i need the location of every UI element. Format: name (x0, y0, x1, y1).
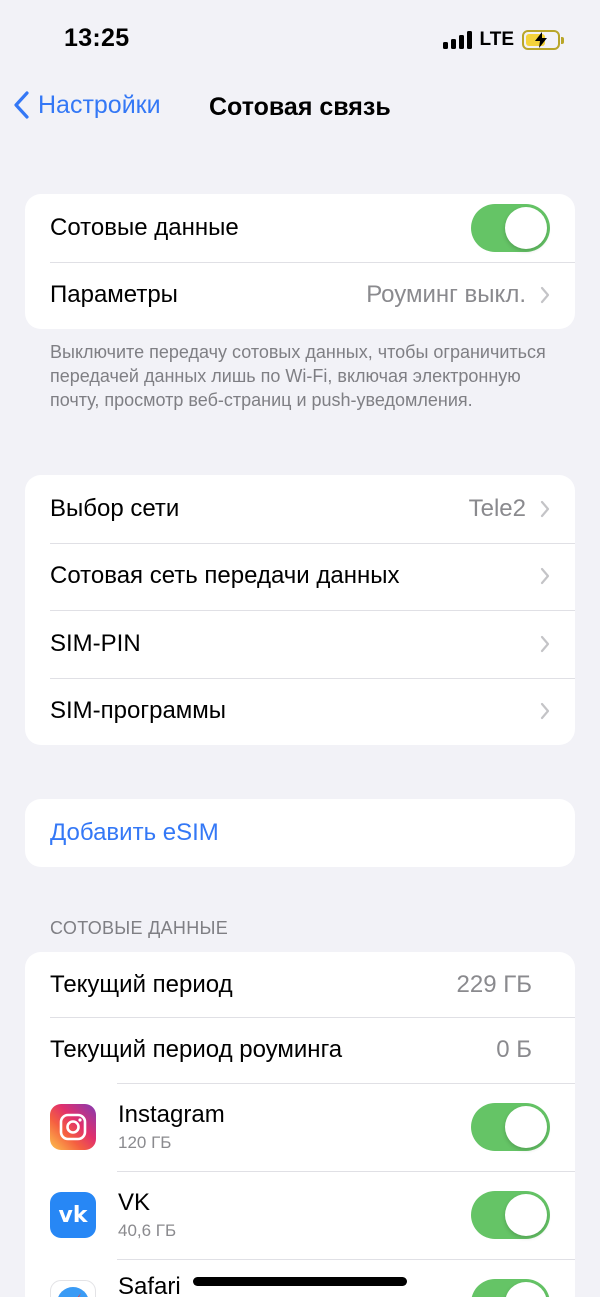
back-button[interactable]: Настройки (12, 90, 161, 120)
network-selection-row[interactable]: Выбор сети Tele2 (25, 475, 575, 543)
app-row-instagram: Instagram 120 ГБ (25, 1083, 575, 1171)
chevron-right-icon (540, 500, 550, 518)
navigation-bar: Настройки Сотовая связь (0, 80, 600, 134)
roaming-period-value: 0 Б (496, 1036, 532, 1063)
sim-apps-row[interactable]: SIM-программы (25, 677, 575, 746)
cellular-data-toggle[interactable] (471, 203, 550, 252)
current-period-label: Текущий период (50, 970, 233, 998)
add-esim-button[interactable]: Добавить eSIM (25, 799, 575, 867)
cellular-data-label: Сотовые данные (50, 213, 239, 241)
page-title: Сотовая связь (209, 93, 391, 121)
chevron-right-icon (540, 635, 550, 653)
cellular-data-row: Сотовые данные (25, 194, 575, 262)
chevron-left-icon (14, 91, 29, 119)
home-indicator[interactable] (193, 1277, 407, 1286)
back-button-label: Настройки (38, 90, 161, 119)
network-selection-label: Выбор сети (50, 494, 180, 522)
vk-icon: vk (50, 1192, 96, 1238)
safari-icon (50, 1280, 96, 1297)
signal-strength-icon (442, 31, 472, 49)
network-type: LTE (479, 29, 514, 50)
status-bar: 13:25 LTE (0, 0, 600, 80)
sim-pin-row[interactable]: SIM-PIN (25, 610, 575, 678)
parameters-row[interactable]: Параметры Роуминг выкл. (25, 261, 575, 330)
cellular-data-group: Сотовые данные Параметры Роуминг выкл. (25, 194, 575, 329)
parameters-label: Параметры (50, 281, 178, 309)
sim-apps-label: SIM-программы (50, 697, 227, 725)
cellular-data-footnote: Выключите передачу сотовых данных, чтобы… (50, 342, 546, 410)
app-usage: 40,6 ГБ (118, 1221, 177, 1240)
cellular-data-network-label: Сотовая сеть передачи данных (50, 562, 400, 590)
status-indicators: LTE (442, 28, 564, 52)
status-time: 13:25 (64, 24, 130, 52)
roaming-period-label: Текущий период роуминга (50, 1036, 343, 1063)
roaming-period-row: Текущий период роуминга 0 Б (25, 1017, 575, 1083)
app-row-vk: vk VK 40,6 ГБ (25, 1171, 575, 1259)
usage-group: Текущий период 229 ГБ Текущий период роу… (25, 952, 575, 1297)
app-name: Instagram (118, 1101, 225, 1128)
current-period-row: Текущий период 229 ГБ (25, 952, 575, 1017)
safari-data-toggle[interactable] (471, 1279, 550, 1297)
add-esim-label: Добавить eSIM (50, 818, 219, 846)
vk-data-toggle[interactable] (471, 1191, 550, 1239)
instagram-data-toggle[interactable] (471, 1103, 550, 1151)
chevron-right-icon (540, 286, 550, 304)
instagram-icon (50, 1104, 96, 1150)
app-usage: 120 ГБ (118, 1133, 172, 1152)
chevron-right-icon (540, 567, 550, 585)
network-selection-value: Tele2 (468, 494, 526, 522)
chevron-right-icon (540, 702, 550, 720)
sim-pin-label: SIM-PIN (50, 629, 141, 657)
add-esim-group: Добавить eSIM (25, 799, 575, 867)
battery-charging-icon (522, 30, 564, 50)
app-name: VK (118, 1189, 151, 1216)
network-settings-group: Выбор сети Tele2 Сотовая сеть передачи д… (25, 475, 575, 745)
usage-section-header: СОТОВЫЕ ДАННЫЕ (50, 918, 229, 938)
current-period-value: 229 ГБ (456, 970, 532, 998)
parameters-value: Роуминг выкл. (366, 281, 526, 309)
cellular-data-network-row[interactable]: Сотовая сеть передачи данных (25, 542, 575, 611)
